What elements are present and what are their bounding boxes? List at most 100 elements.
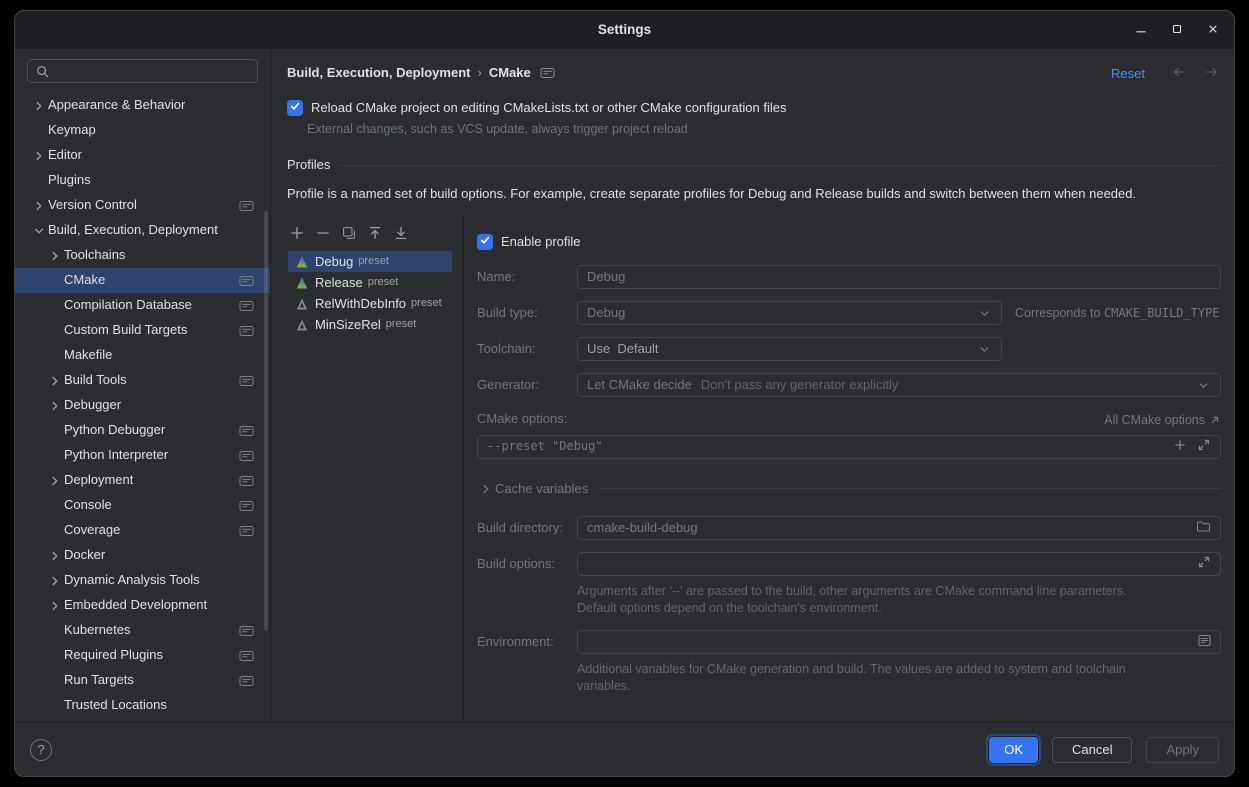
- chevron-placeholder: [46, 273, 64, 289]
- history-nav: [1170, 64, 1221, 82]
- sidebar-item-appearance-behavior[interactable]: Appearance & Behavior: [15, 93, 270, 118]
- remove-profile-button[interactable]: [314, 225, 331, 242]
- sidebar-item-run-targets[interactable]: Run Targets: [15, 668, 270, 693]
- environment-hint: Additional variables for CMake generatio…: [577, 661, 1221, 695]
- sidebar-item-makefile[interactable]: Makefile: [15, 343, 270, 368]
- sidebar-item-console[interactable]: Console: [15, 493, 270, 518]
- profile-item-relwithdebinfo[interactable]: RelWithDebInfopreset: [288, 293, 452, 314]
- settings-tree: Appearance & BehaviorKeymapEditorPlugins…: [15, 93, 270, 722]
- cancel-button[interactable]: Cancel: [1052, 737, 1132, 763]
- sidebar-item-kubernetes[interactable]: Kubernetes: [15, 618, 270, 643]
- chevron-right-icon[interactable]: [46, 248, 64, 264]
- cache-variables-row[interactable]: Cache variables: [477, 481, 1221, 497]
- help-button[interactable]: ?: [30, 739, 52, 761]
- sidebar-item-build-tools[interactable]: Build Tools: [15, 368, 270, 393]
- name-field[interactable]: Debug: [577, 265, 1221, 289]
- minimize-button[interactable]: [1128, 17, 1154, 43]
- reset-button[interactable]: Reset: [1111, 66, 1145, 81]
- build-directory-value: cmake-build-debug: [587, 520, 698, 536]
- chevron-right-icon[interactable]: [46, 548, 64, 564]
- chevron-right-icon[interactable]: [46, 473, 64, 489]
- sidebar-item-plugins[interactable]: Plugins: [15, 168, 270, 193]
- forward-button[interactable]: [1203, 64, 1221, 82]
- chevron-down-icon[interactable]: [30, 223, 48, 239]
- chevron-right-icon[interactable]: [30, 198, 48, 214]
- sidebar-item-required-plugins[interactable]: Required Plugins: [15, 643, 270, 668]
- chevron-right-icon[interactable]: [30, 148, 48, 164]
- project-settings-icon: [239, 650, 254, 662]
- maximize-button[interactable]: [1164, 17, 1190, 43]
- environment-field[interactable]: [577, 630, 1221, 654]
- copy-profile-button[interactable]: [340, 225, 357, 242]
- generator-select[interactable]: Let CMake decide Don't pass any generato…: [577, 373, 1221, 397]
- profile-item-minsizerel[interactable]: MinSizeRelpreset: [288, 314, 452, 335]
- back-button[interactable]: [1170, 64, 1188, 82]
- sidebar-item-keymap[interactable]: Keymap: [15, 118, 270, 143]
- footer-buttons: OK Cancel Apply: [989, 737, 1219, 763]
- expand-icon: [1197, 438, 1211, 455]
- move-down-profile-button[interactable]: [392, 225, 409, 242]
- move-up-profile-button[interactable]: [366, 225, 383, 242]
- expand-editor-button[interactable]: [1197, 555, 1211, 572]
- expand-editor-button[interactable]: [1197, 438, 1211, 455]
- sidebar-item-cmake[interactable]: CMake: [15, 268, 270, 293]
- close-button[interactable]: [1200, 17, 1226, 43]
- build-options-label: Build options:: [477, 556, 577, 572]
- cmake-options-field[interactable]: --preset "Debug": [477, 435, 1221, 459]
- breadcrumb-parent[interactable]: Build, Execution, Deployment: [287, 65, 470, 81]
- edit-variables-button[interactable]: [1198, 634, 1211, 650]
- window-controls: [1128, 11, 1226, 49]
- sidebar-item-embedded-development[interactable]: Embedded Development: [15, 593, 270, 618]
- add-profile-button[interactable]: [288, 225, 305, 242]
- chevron-placeholder: [46, 648, 64, 664]
- build-type-select[interactable]: Debug: [577, 301, 1002, 325]
- sidebar-item-toolchains[interactable]: Toolchains: [15, 243, 270, 268]
- sidebar-item-build-execution-deployment[interactable]: Build, Execution, Deployment: [15, 218, 270, 243]
- sidebar-item-editor[interactable]: Editor: [15, 143, 270, 168]
- sidebar-item-trusted-locations[interactable]: Trusted Locations: [15, 693, 270, 718]
- profile-preset-tag: preset: [386, 318, 417, 332]
- browse-folder-button[interactable]: [1196, 520, 1211, 536]
- sidebar-item-coverage[interactable]: Coverage: [15, 518, 270, 543]
- sidebar-item-version-control[interactable]: Version Control: [15, 193, 270, 218]
- reload-cmake-checkbox[interactable]: [287, 100, 303, 116]
- chevron-right-icon[interactable]: [46, 598, 64, 614]
- enable-profile-checkbox[interactable]: [477, 234, 493, 250]
- sidebar-item-custom-build-targets[interactable]: Custom Build Targets: [15, 318, 270, 343]
- sidebar-item-compilation-database[interactable]: Compilation Database: [15, 293, 270, 318]
- chevron-right-icon: [477, 481, 495, 497]
- chevron-right-icon[interactable]: [46, 398, 64, 414]
- cache-variables-divider: [598, 488, 1221, 489]
- add-option-button[interactable]: [1173, 438, 1187, 455]
- chevron-right-icon[interactable]: [46, 573, 64, 589]
- sidebar-item-label: Custom Build Targets: [64, 322, 187, 338]
- ok-button[interactable]: OK: [989, 737, 1038, 763]
- project-settings-icon: [239, 675, 254, 687]
- sidebar-item-deployment[interactable]: Deployment: [15, 468, 270, 493]
- cmake-logo-icon: [296, 277, 308, 289]
- build-type-row: Build type: Debug Corresponds to CMAKE_B…: [477, 301, 1221, 325]
- sidebar-item-debugger[interactable]: Debugger: [15, 393, 270, 418]
- sidebar-item-dynamic-analysis-tools[interactable]: Dynamic Analysis Tools: [15, 568, 270, 593]
- sidebar-item-python-interpreter[interactable]: Python Interpreter: [15, 443, 270, 468]
- sidebar-item-label: Makefile: [64, 347, 112, 363]
- profile-form: Enable profile Name: Debug Build type: D…: [464, 214, 1234, 722]
- toolchain-select[interactable]: Use Default: [577, 337, 1002, 361]
- sidebar-scrollbar[interactable]: [264, 211, 268, 631]
- search-box[interactable]: [27, 59, 258, 83]
- profile-item-debug[interactable]: Debugpreset: [288, 251, 452, 272]
- chevron-right-icon[interactable]: [30, 98, 48, 114]
- chevron-down-icon: [977, 342, 992, 357]
- all-cmake-options-link[interactable]: All CMake options: [1104, 413, 1221, 427]
- chevron-placeholder: [46, 673, 64, 689]
- apply-button[interactable]: Apply: [1146, 737, 1219, 763]
- sidebar-item-python-debugger[interactable]: Python Debugger: [15, 418, 270, 443]
- chevron-right-icon[interactable]: [46, 373, 64, 389]
- build-directory-field[interactable]: cmake-build-debug: [577, 516, 1221, 540]
- sidebar-item-docker[interactable]: Docker: [15, 543, 270, 568]
- search-input[interactable]: [55, 64, 250, 79]
- profile-item-release[interactable]: Releasepreset: [288, 272, 452, 293]
- profiles-section-title: Profiles: [287, 157, 330, 173]
- chevron-down-icon: [977, 306, 992, 321]
- build-options-field[interactable]: [577, 552, 1221, 576]
